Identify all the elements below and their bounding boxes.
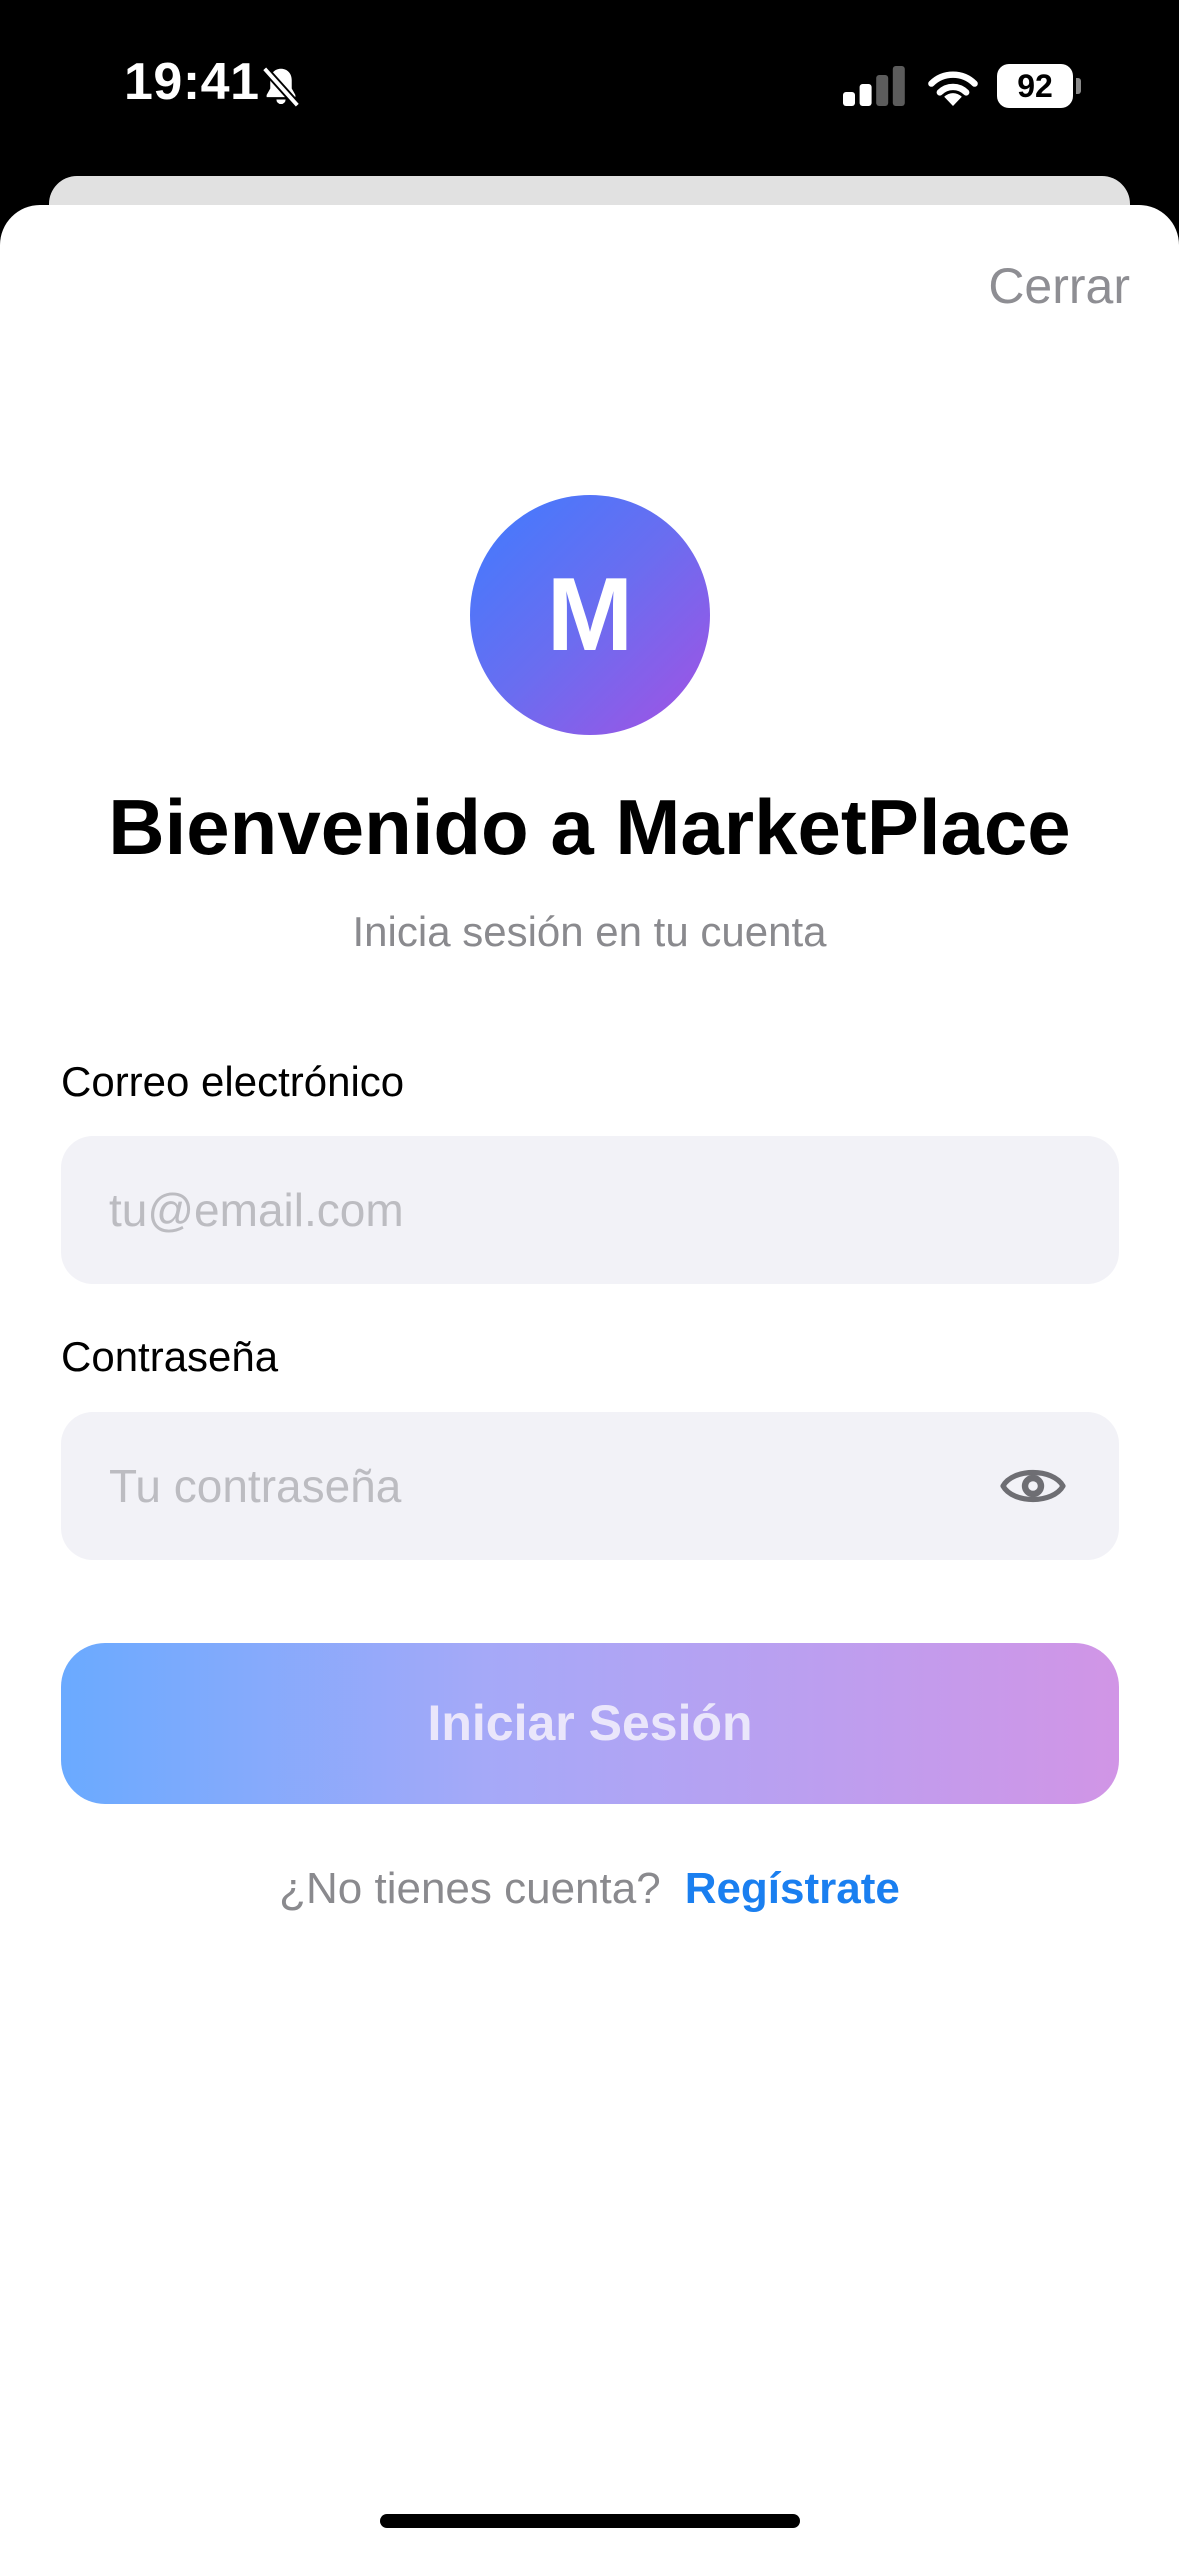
email-input[interactable] xyxy=(109,1136,1009,1284)
close-button[interactable]: Cerrar xyxy=(988,257,1130,315)
battery-icon: 92 xyxy=(997,64,1081,108)
wifi-icon xyxy=(928,71,978,106)
email-label: Correo electrónico xyxy=(61,1058,405,1105)
home-indicator[interactable] xyxy=(380,2514,800,2528)
battery-tip xyxy=(1076,78,1081,94)
login-button[interactable]: Iniciar Sesión xyxy=(61,1643,1119,1804)
register-prompt: ¿No tienes cuenta? xyxy=(279,1864,661,1913)
status-time: 19:41 xyxy=(124,53,260,111)
app-logo: M xyxy=(470,495,710,735)
bell-off-icon xyxy=(261,66,301,108)
password-label: Contraseña xyxy=(61,1333,279,1380)
signal-icon xyxy=(843,66,905,106)
page-title: Bienvenido a MarketPlace xyxy=(108,783,1071,871)
battery-level: 92 xyxy=(1017,68,1053,104)
eye-icon[interactable] xyxy=(999,1456,1067,1516)
status-bar: 19:41 92 xyxy=(0,0,1179,175)
page-subtitle: Inicia sesión en tu cuenta xyxy=(352,908,827,955)
email-field-container xyxy=(61,1136,1119,1284)
password-input[interactable] xyxy=(109,1412,1009,1560)
register-link[interactable]: Regístrate xyxy=(685,1864,900,1913)
password-field-container xyxy=(61,1412,1119,1560)
register-row: ¿No tienes cuenta? Regístrate xyxy=(0,1864,1179,1914)
